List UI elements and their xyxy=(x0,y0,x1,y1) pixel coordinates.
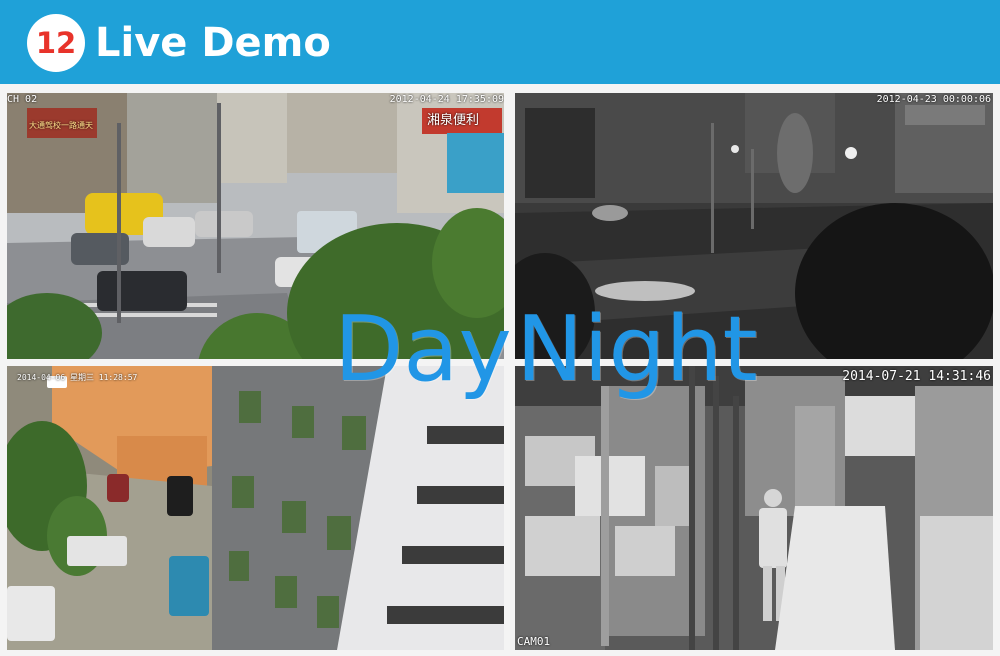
header-banner: 12 Live Demo xyxy=(0,0,1000,84)
camera-panel-warehouse: 2014-07-21 14:31:46 CAM01 xyxy=(515,366,993,650)
driving-school-sign: 大通驾校一路通天 xyxy=(29,121,93,130)
step-number-badge: 12 xyxy=(27,14,85,72)
timestamp-label: 2014-04-06 星期三 11:28:57 xyxy=(17,373,138,382)
camera-panel-building: 2014-04-06 星期三 11:28:57 xyxy=(7,366,504,650)
warehouse-ir-scene xyxy=(515,366,993,650)
shop-sign: 湘泉便利 xyxy=(427,113,480,128)
page-title: Live Demo xyxy=(95,20,331,66)
night-overlay-label: Night xyxy=(516,297,758,402)
timestamp-label: 2012-04-23 00:00:06 xyxy=(876,94,991,105)
timestamp-label: 2012-04-24 17:35:09 xyxy=(389,94,504,105)
channel-label: CH 02 xyxy=(7,94,38,105)
day-overlay-label: Day xyxy=(334,297,512,402)
timestamp-label: 2014-07-21 14:31:46 xyxy=(842,369,991,384)
building-aerial-scene xyxy=(7,366,504,650)
channel-label: CAM01 xyxy=(517,635,551,648)
step-number: 12 xyxy=(35,26,77,60)
